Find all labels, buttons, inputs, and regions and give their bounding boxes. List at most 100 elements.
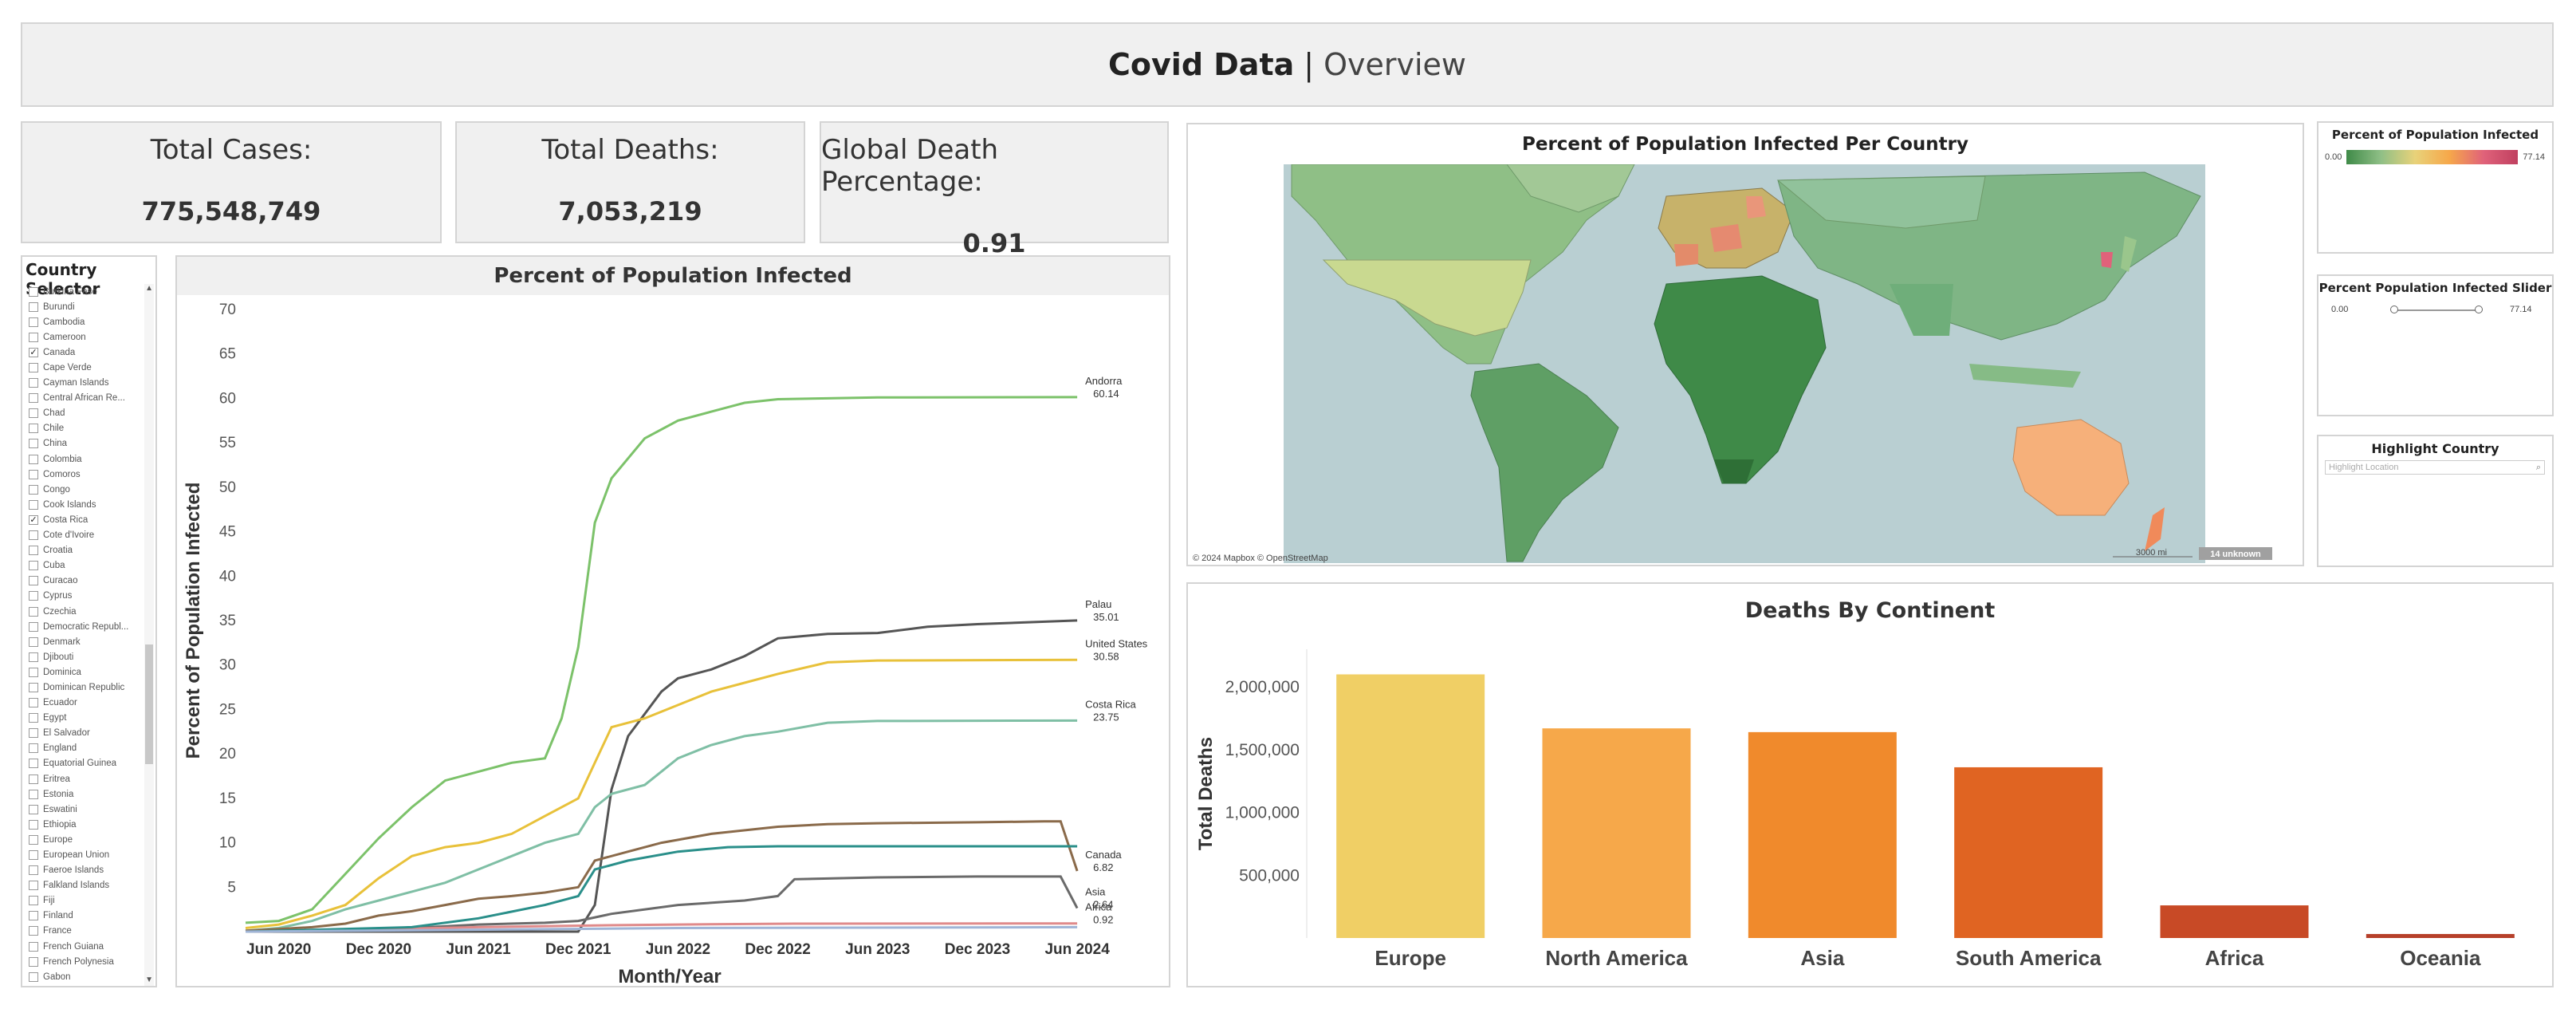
checkbox-icon[interactable] xyxy=(29,972,38,982)
checkbox-icon[interactable] xyxy=(29,286,38,297)
checkbox-icon[interactable] xyxy=(29,454,38,464)
country-item[interactable]: England xyxy=(29,741,148,756)
checkbox-icon[interactable] xyxy=(29,728,38,739)
country-item[interactable]: Eswatini xyxy=(29,802,148,817)
checkbox-icon[interactable] xyxy=(29,789,38,799)
unknown-badge-label[interactable]: 14 unknown xyxy=(2210,550,2261,559)
world-map[interactable]: © 2024 Mapbox © OpenStreetMap 3000 mi 14… xyxy=(1188,164,2303,565)
country-item[interactable]: Equatorial Guinea xyxy=(29,756,148,771)
checkbox-icon[interactable] xyxy=(29,439,38,449)
checkbox-icon[interactable] xyxy=(29,576,38,586)
slider-min-handle[interactable] xyxy=(2390,305,2398,313)
country-item[interactable]: Cote d'Ivoire xyxy=(29,528,148,543)
country-item[interactable]: Colombia xyxy=(29,451,148,467)
country-item[interactable]: Czechia xyxy=(29,604,148,619)
country-item[interactable]: Cayman Islands xyxy=(29,376,148,391)
checkbox-icon[interactable] xyxy=(29,941,38,952)
country-item[interactable]: Cape Verde xyxy=(29,360,148,375)
country-item[interactable]: Central African Re... xyxy=(29,391,148,406)
checkbox-icon[interactable] xyxy=(29,621,38,632)
checkbox-icon[interactable] xyxy=(29,774,38,784)
checkbox-icon[interactable] xyxy=(29,499,38,510)
country-item[interactable]: Dominica xyxy=(29,664,148,680)
country-item[interactable]: Chile xyxy=(29,421,148,436)
checkbox-icon[interactable] xyxy=(29,713,38,723)
bar[interactable] xyxy=(1954,767,2103,938)
country-item[interactable]: Europe xyxy=(29,832,148,847)
country-item[interactable]: Ecuador xyxy=(29,696,148,711)
country-item[interactable]: Finland xyxy=(29,908,148,924)
country-item[interactable]: Croatia xyxy=(29,543,148,558)
country-item[interactable]: Djibouti xyxy=(29,649,148,664)
country-item[interactable]: Fiji xyxy=(29,893,148,908)
checkbox-icon[interactable] xyxy=(29,317,38,327)
checkbox-icon[interactable] xyxy=(29,850,38,861)
checkbox-icon[interactable] xyxy=(29,881,38,891)
country-item[interactable]: France xyxy=(29,924,148,939)
checkbox-icon[interactable] xyxy=(29,896,38,906)
highlight-location-input[interactable]: Highlight Location ⌕ xyxy=(2325,460,2545,475)
series-line[interactable] xyxy=(245,719,1078,932)
country-item[interactable]: Chad xyxy=(29,406,148,421)
checkbox-icon[interactable] xyxy=(29,302,38,312)
checkbox-icon[interactable] xyxy=(29,530,38,541)
checkbox-icon[interactable] xyxy=(29,652,38,662)
country-item[interactable]: Dominican Republic xyxy=(29,680,148,695)
country-item[interactable]: Democratic Republ... xyxy=(29,619,148,634)
scrollbar-thumb[interactable] xyxy=(145,644,153,764)
country-item[interactable]: Cameroon xyxy=(29,329,148,345)
checkbox-icon[interactable] xyxy=(29,698,38,708)
checkbox-checked-icon[interactable]: ✓ xyxy=(29,514,38,525)
country-item[interactable]: Curacao xyxy=(29,573,148,589)
checkbox-icon[interactable] xyxy=(29,956,38,967)
checkbox-icon[interactable] xyxy=(29,591,38,601)
country-item[interactable]: Gabon xyxy=(29,969,148,984)
checkbox-icon[interactable] xyxy=(29,911,38,921)
checkbox-icon[interactable] xyxy=(29,363,38,373)
checkbox-icon[interactable] xyxy=(29,926,38,936)
checkbox-icon[interactable] xyxy=(29,378,38,388)
bar[interactable] xyxy=(1542,728,1691,938)
country-item[interactable]: Estonia xyxy=(29,786,148,802)
country-item[interactable]: Cook Islands xyxy=(29,497,148,512)
country-item[interactable]: Burundi xyxy=(29,299,148,314)
series-line[interactable] xyxy=(245,658,1078,929)
country-item[interactable]: El Salvador xyxy=(29,726,148,741)
country-item[interactable]: Congo xyxy=(29,482,148,497)
country-item[interactable]: Comoros xyxy=(29,467,148,482)
country-item[interactable]: Faeroe Islands xyxy=(29,863,148,878)
country-item[interactable]: Burkina Faso xyxy=(29,284,148,299)
country-item[interactable]: Egypt xyxy=(29,711,148,726)
spain-region[interactable] xyxy=(1674,244,1698,266)
checkbox-icon[interactable] xyxy=(29,865,38,876)
country-item[interactable]: French Polynesia xyxy=(29,954,148,969)
country-list-scrollbar[interactable] xyxy=(144,284,154,986)
bar[interactable] xyxy=(2366,933,2515,938)
country-item[interactable]: Cyprus xyxy=(29,589,148,604)
checkbox-icon[interactable] xyxy=(29,682,38,692)
checkbox-icon[interactable] xyxy=(29,393,38,404)
checkbox-icon[interactable] xyxy=(29,759,38,769)
france-region[interactable] xyxy=(1710,224,1742,252)
slider-track[interactable] xyxy=(2393,309,2478,311)
checkbox-icon[interactable] xyxy=(29,561,38,571)
bar[interactable] xyxy=(1336,674,1485,938)
scroll-up-icon[interactable]: ▲ xyxy=(145,284,153,293)
country-item[interactable]: Eritrea xyxy=(29,771,148,786)
map-attribution[interactable]: © 2024 Mapbox © OpenStreetMap xyxy=(1193,554,1328,563)
country-item[interactable]: Cambodia xyxy=(29,314,148,329)
checkbox-icon[interactable] xyxy=(29,743,38,754)
checkbox-icon[interactable] xyxy=(29,637,38,647)
scroll-down-icon[interactable]: ▼ xyxy=(145,975,153,984)
country-item[interactable]: Denmark xyxy=(29,634,148,649)
checkbox-icon[interactable] xyxy=(29,606,38,617)
country-item[interactable]: China xyxy=(29,436,148,451)
bar[interactable] xyxy=(2160,905,2309,938)
checkbox-icon[interactable] xyxy=(29,667,38,677)
checkbox-icon[interactable] xyxy=(29,469,38,479)
country-item[interactable]: ✓ Costa Rica xyxy=(29,512,148,527)
checkbox-icon[interactable] xyxy=(29,332,38,342)
slider-max-handle[interactable] xyxy=(2475,305,2483,313)
checkbox-icon[interactable] xyxy=(29,484,38,495)
country-item[interactable]: Cuba xyxy=(29,558,148,573)
